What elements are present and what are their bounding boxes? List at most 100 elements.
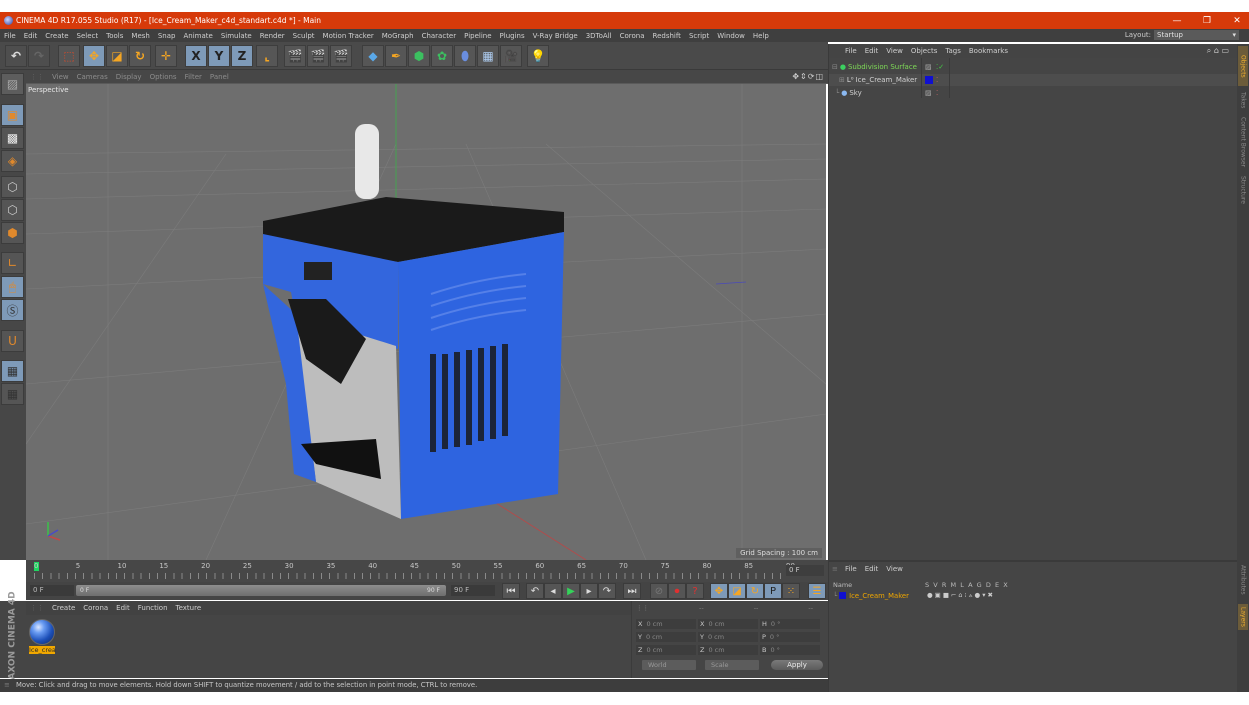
material-menu-create[interactable]: Create xyxy=(48,604,79,612)
tree-expand-icon[interactable]: ⊟ xyxy=(832,63,838,71)
light-icon[interactable]: 💡 xyxy=(527,45,549,67)
tab-attributes[interactable]: Attributes xyxy=(1238,562,1248,598)
enabled-check-icon[interactable]: ⁚✓ xyxy=(936,63,944,71)
undo-icon[interactable]: ↶ xyxy=(5,45,27,67)
position-z-field[interactable]: Z0 cm xyxy=(636,645,696,655)
timeline-icon[interactable]: ☰ xyxy=(808,583,826,599)
viewport-menu-display[interactable]: Display xyxy=(112,73,146,81)
tweak-mode-icon[interactable]: 🖱 xyxy=(1,276,24,298)
record-icon[interactable]: ⊘ xyxy=(650,583,668,599)
frame-range-slider[interactable]: 0 F 90 F xyxy=(76,585,446,596)
rotation-key-icon[interactable]: ↻ xyxy=(746,583,764,599)
rotation-p-field[interactable]: P0 ° xyxy=(760,632,820,642)
layer-color-swatch[interactable] xyxy=(839,592,847,599)
pla-key-icon[interactable]: ⁙ xyxy=(782,583,800,599)
object-row-subdivision-surface[interactable]: ⊟ ● Subdivision Surface ▨ ⁚✓ xyxy=(829,61,1238,73)
viewport-menu-cameras[interactable]: Cameras xyxy=(73,73,112,81)
make-editable-icon[interactable]: ▨ xyxy=(1,73,24,95)
layout-dropdown[interactable]: Startup xyxy=(1154,30,1239,40)
material-menu-corona[interactable]: Corona xyxy=(79,604,112,612)
menu-create[interactable]: Create xyxy=(41,32,72,40)
menu-pipeline[interactable]: Pipeline xyxy=(460,32,495,40)
objects-menu-tags[interactable]: Tags xyxy=(941,47,965,55)
deformer-icon[interactable]: ⬮ xyxy=(454,45,476,67)
texture-mode-icon[interactable]: ▩ xyxy=(1,127,24,149)
solo-icon[interactable]: Ⓢ xyxy=(1,299,24,321)
menu-mesh[interactable]: Mesh xyxy=(127,32,153,40)
menu-motion-tracker[interactable]: Motion Tracker xyxy=(319,32,378,40)
material-swatch[interactable]: Ice_crea xyxy=(29,619,56,655)
menu-corona[interactable]: Corona xyxy=(616,32,649,40)
tab-takes[interactable]: Takes xyxy=(1238,88,1248,112)
start-frame-field[interactable]: 0 F xyxy=(30,585,74,596)
visibility-toggle[interactable]: ▨ xyxy=(925,89,932,97)
pen-icon[interactable]: ✒ xyxy=(385,45,407,67)
size-z-field[interactable]: Z0 cm xyxy=(698,645,758,655)
size-y-field[interactable]: Y0 cm xyxy=(698,632,758,642)
render-view-icon[interactable]: 🎬 xyxy=(284,45,306,67)
tree-expand-icon[interactable]: ⊞ xyxy=(839,76,845,84)
live-selection-icon[interactable]: ⬚ xyxy=(58,45,80,67)
previous-keyframe-button[interactable]: ↶ xyxy=(526,583,544,599)
menu-character[interactable]: Character xyxy=(418,32,461,40)
go-to-end-button[interactable]: ⏭ xyxy=(623,583,641,599)
menu-file[interactable]: File xyxy=(0,32,20,40)
material-tag-icon[interactable] xyxy=(925,76,933,84)
transform-mode-dropdown[interactable]: Scale xyxy=(705,660,759,670)
menu-edit[interactable]: Edit xyxy=(20,32,42,40)
size-x-field[interactable]: X0 cm xyxy=(698,619,758,629)
object-name[interactable]: Ice_Cream_Maker xyxy=(856,76,918,84)
menu-render[interactable]: Render xyxy=(256,32,289,40)
coordinate-system-dropdown[interactable]: World xyxy=(642,660,696,670)
visibility-dots-icon[interactable]: ⁚ xyxy=(936,76,938,84)
ice-cream-maker-model[interactable] xyxy=(263,124,564,519)
axis-mode-icon[interactable]: ∟ xyxy=(1,252,24,274)
workplane-icon[interactable]: ▦ xyxy=(1,383,24,405)
viewport-menu-filter[interactable]: Filter xyxy=(181,73,206,81)
close-button[interactable]: ✕ xyxy=(1222,12,1249,29)
objects-menu-file[interactable]: File xyxy=(841,47,861,55)
object-name[interactable]: Subdivision Surface xyxy=(848,63,917,71)
timeline-ruler[interactable]: 051015202530354045505560657075808590 0 F xyxy=(26,560,828,582)
cube-icon[interactable]: ◆ xyxy=(362,45,384,67)
go-to-start-button[interactable]: ⏮ xyxy=(502,583,520,599)
menu-sculpt[interactable]: Sculpt xyxy=(289,32,319,40)
restore-button[interactable]: ❐ xyxy=(1192,12,1222,29)
material-menu-function[interactable]: Function xyxy=(134,604,172,612)
play-button[interactable]: ▶ xyxy=(562,583,580,599)
menu-plugins[interactable]: Plugins xyxy=(496,32,529,40)
z-axis-icon[interactable]: Z xyxy=(231,45,253,67)
rotation-b-field[interactable]: B0 ° xyxy=(760,645,820,655)
material-menu-edit[interactable]: Edit xyxy=(112,604,134,612)
keyframe-selection-icon[interactable]: ? xyxy=(686,583,704,599)
subdivision-icon[interactable]: ⬢ xyxy=(408,45,430,67)
layers-menu-edit[interactable]: Edit xyxy=(861,565,883,573)
objects-menu-edit[interactable]: Edit xyxy=(861,47,883,55)
viewport-menu-view[interactable]: View xyxy=(48,73,73,81)
tab-structure[interactable]: Structure xyxy=(1238,172,1248,208)
next-keyframe-button[interactable]: ↷ xyxy=(598,583,616,599)
object-row-sky[interactable]: └ ● Sky ▨ ⁚ xyxy=(829,87,1238,99)
maximize-view-icon[interactable]: ◫ xyxy=(815,72,824,81)
position-key-icon[interactable]: ✥ xyxy=(710,583,728,599)
render-picture-viewer-icon[interactable]: 🎬 xyxy=(307,45,329,67)
menu-3dtoall[interactable]: 3DToAll xyxy=(582,32,616,40)
workplane-mode-icon[interactable]: ◈ xyxy=(1,150,24,172)
model-mode-icon[interactable]: ▣ xyxy=(1,104,24,126)
viewport-menu-panel[interactable]: Panel xyxy=(206,73,233,81)
material-menu-texture[interactable]: Texture xyxy=(172,604,206,612)
edit-render-settings-icon[interactable]: 🎬 xyxy=(330,45,352,67)
object-name[interactable]: Sky xyxy=(849,89,861,97)
position-y-field[interactable]: Y0 cm xyxy=(636,632,696,642)
objects-menu-bookmarks[interactable]: Bookmarks xyxy=(965,47,1012,55)
previous-frame-button[interactable]: ◂ xyxy=(544,583,562,599)
visibility-toggle[interactable]: ▨ xyxy=(925,63,932,71)
menu-window[interactable]: Window xyxy=(713,32,749,40)
autokey-icon[interactable]: ⏺ xyxy=(668,583,686,599)
layer-row[interactable]: └ Ice_Cream_Maker ●▣■⌐⌂⁝⟑●▾✖ xyxy=(833,591,1233,600)
parameter-key-icon[interactable]: P xyxy=(764,583,782,599)
tab-objects[interactable]: Objects xyxy=(1238,46,1248,86)
object-row-ice-cream-maker[interactable]: ⊞ L⁰ Ice_Cream_Maker ⁚ xyxy=(829,74,1238,86)
perspective-viewport[interactable]: Perspective Grid Spacing : 100 cm xyxy=(26,84,826,560)
home-icon[interactable]: ⌂ xyxy=(1214,46,1219,55)
